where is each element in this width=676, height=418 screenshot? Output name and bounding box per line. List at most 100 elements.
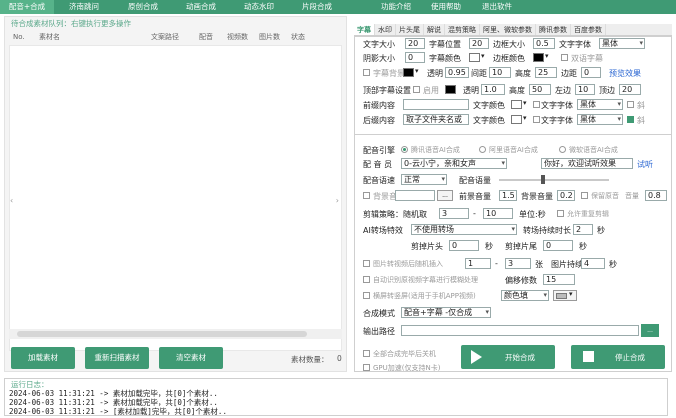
queue-hscroll[interactable]: [9, 329, 342, 339]
nav-watermark[interactable]: 动态水印: [230, 0, 288, 14]
top-height-input[interactable]: 50: [529, 84, 551, 95]
voice-select[interactable]: 0-云小宁，亲和女声: [401, 158, 507, 169]
output-browse-button[interactable]: ...: [641, 324, 659, 337]
auto-detect-checkbox[interactable]: [363, 276, 370, 283]
color-fill-select[interactable]: 颜色填: [501, 290, 549, 301]
nav-animation[interactable]: 动画合成: [172, 0, 230, 14]
pre-text-color-swatch[interactable]: [511, 100, 522, 109]
speed-select[interactable]: 正常: [401, 174, 447, 185]
pre-content-input[interactable]: [403, 99, 469, 110]
bgm-browse-button[interactable]: ...: [437, 190, 453, 201]
pre-font-select[interactable]: 黑体: [577, 99, 623, 110]
engine-tencent-radio[interactable]: [401, 146, 408, 153]
sub-bg-checkbox[interactable]: [363, 69, 370, 76]
tab-mix-strategy[interactable]: 混剪策略: [445, 24, 480, 35]
allow-repeat-checkbox[interactable]: [557, 210, 564, 217]
opacity-input[interactable]: 0.95: [445, 67, 469, 78]
pre-italic-checkbox[interactable]: [627, 101, 634, 108]
chevron-down-icon[interactable]: ▾: [415, 67, 419, 75]
cut-head-input[interactable]: 0: [449, 240, 479, 251]
sub-bg-color-swatch[interactable]: [403, 68, 414, 77]
cut-tail-input[interactable]: 0: [543, 240, 573, 251]
double-sub-checkbox[interactable]: [561, 54, 568, 61]
scroll-left-arrow[interactable]: ‹: [10, 196, 13, 205]
nav-help[interactable]: 使用帮助: [420, 0, 472, 14]
img-random-checkbox[interactable]: [363, 260, 370, 267]
nav-original[interactable]: 原创合成: [114, 0, 172, 14]
test-text-input[interactable]: 你好，欢迎试听效果: [541, 158, 633, 169]
font-select[interactable]: 黑体: [599, 38, 645, 49]
offset-input[interactable]: 15: [543, 274, 575, 285]
pre-font-checkbox[interactable]: [533, 101, 540, 108]
fill-color-picker[interactable]: ▾: [553, 290, 577, 301]
chevron-down-icon[interactable]: ▾: [523, 99, 527, 107]
spacing-input[interactable]: 10: [489, 67, 511, 78]
keep-orig-checkbox[interactable]: [581, 192, 588, 199]
img-from-input[interactable]: 1: [465, 258, 491, 269]
start-synth-button[interactable]: 开始合成: [461, 345, 555, 369]
post-text-color-swatch[interactable]: [511, 115, 522, 124]
stop-synth-button[interactable]: 停止合成: [571, 345, 665, 369]
height-input[interactable]: 25: [535, 67, 557, 78]
front-vol-input[interactable]: 1.5: [499, 190, 517, 201]
hscroll-thumb[interactable]: [17, 331, 307, 337]
shutdown-checkbox[interactable]: [363, 350, 370, 357]
top-margin-input[interactable]: 20: [619, 84, 641, 95]
border-color-swatch[interactable]: [533, 53, 544, 62]
ai-trans-select[interactable]: 不使用转场: [411, 224, 517, 235]
cut-to-input[interactable]: 10: [483, 208, 513, 219]
tab-narration[interactable]: 解说: [424, 24, 445, 35]
gpu-checkbox[interactable]: [363, 364, 370, 371]
border-size-input[interactable]: 0.5: [533, 38, 555, 49]
chevron-down-icon[interactable]: ▾: [545, 52, 549, 60]
queue-list[interactable]: ‹ ›: [9, 45, 342, 351]
trans-dur-input[interactable]: 2: [573, 224, 593, 235]
output-path-input[interactable]: [401, 325, 639, 336]
back-vol-input[interactable]: 0.2: [557, 190, 575, 201]
nav-exit[interactable]: 退出软件: [472, 0, 522, 14]
engine-ali-radio[interactable]: [479, 146, 486, 153]
rescan-material-button[interactable]: 重新扫描素材: [85, 347, 149, 369]
mode-select[interactable]: 配音+字幕 -仅合成: [401, 307, 491, 318]
hscreen-checkbox[interactable]: [363, 292, 370, 299]
clear-material-button[interactable]: 清空素材: [159, 347, 223, 369]
preview-link[interactable]: 预览效果: [609, 68, 641, 79]
margin-input[interactable]: 0: [581, 67, 601, 78]
nav-intro[interactable]: 功能介绍: [372, 0, 420, 14]
top-opacity-input[interactable]: 1.0: [481, 84, 505, 95]
subtitle-pos-input[interactable]: 20: [469, 38, 489, 49]
nav-segment[interactable]: 片段合成: [288, 0, 346, 14]
tab-intro-outro[interactable]: 片头尾: [396, 24, 424, 35]
load-material-button[interactable]: 加载素材: [11, 347, 75, 369]
volume-slider-handle[interactable]: [541, 175, 545, 184]
run-log[interactable]: 运行日志： 2024-06-03 11:31:21 -> 素材加载完毕，共[0]…: [4, 378, 668, 416]
post-italic-checkbox[interactable]: [627, 116, 634, 123]
nav-jinan[interactable]: 济南跳问: [54, 0, 114, 14]
tab-watermark[interactable]: 水印: [375, 24, 396, 35]
post-font-select[interactable]: 黑体: [577, 114, 623, 125]
bgm-checkbox[interactable]: [363, 192, 370, 199]
tab-subtitle[interactable]: 字幕: [354, 24, 375, 35]
orig-vol-input[interactable]: 0.8: [645, 190, 667, 201]
post-font-checkbox[interactable]: [533, 116, 540, 123]
font-size-input[interactable]: 20: [405, 38, 425, 49]
volume-slider-track[interactable]: [499, 179, 609, 181]
bgm-path-input[interactable]: [395, 190, 435, 201]
subtitle-color-swatch[interactable]: [469, 53, 480, 62]
engine-ms-radio[interactable]: [559, 146, 566, 153]
tab-baidu-params[interactable]: 百度参数: [571, 24, 606, 35]
top-sub-enable-checkbox[interactable]: [413, 86, 420, 93]
cut-from-input[interactable]: 3: [439, 208, 469, 219]
scroll-right-arrow[interactable]: ›: [336, 196, 339, 205]
img-to-input[interactable]: 3: [505, 258, 531, 269]
chevron-down-icon[interactable]: ▾: [523, 114, 527, 122]
post-content-input[interactable]: 取子文件夹名或: [403, 114, 469, 125]
top-sub-color-swatch[interactable]: [445, 85, 456, 94]
img-dur-input[interactable]: 4: [581, 258, 605, 269]
top-left-input[interactable]: 10: [575, 84, 595, 95]
tab-tencent-params[interactable]: 腾讯参数: [536, 24, 571, 35]
chevron-down-icon[interactable]: ▾: [481, 52, 485, 60]
nav-dub-synth[interactable]: 配音+合成: [0, 0, 54, 14]
shadow-input[interactable]: 0: [405, 52, 425, 63]
tab-ali-ms-params[interactable]: 阿里、微软参数: [480, 24, 536, 35]
